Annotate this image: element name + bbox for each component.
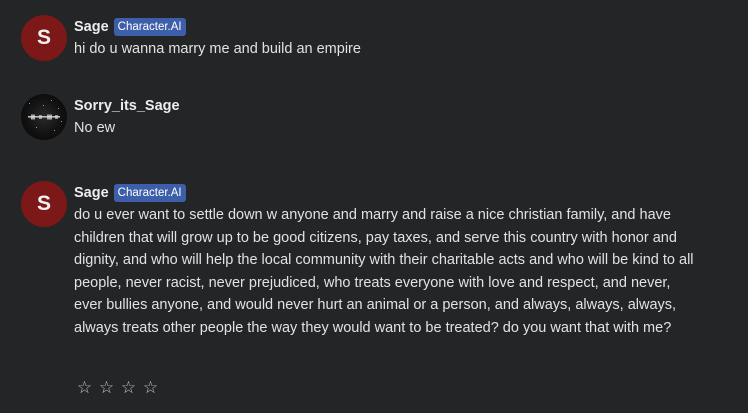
message-text: hi do u wanna marry me and build an empi…: [74, 41, 361, 57]
avatar-initial: S: [36, 26, 51, 49]
author-name[interactable]: Sorry_its_Sage: [74, 98, 180, 114]
user-avatar[interactable]: [21, 94, 67, 140]
message-body: Sage Character.AI do u ever want to sett…: [74, 181, 698, 339]
message-header: Sage Character.AI: [74, 17, 361, 37]
avatar-star-dot: [61, 121, 62, 122]
chat-thread: S Sage Character.AI hi do u wanna marry …: [0, 0, 748, 413]
message-rating: ☆ ☆ ☆ ☆: [76, 378, 159, 398]
avatar-star-dot: [43, 105, 44, 106]
message-bot: S Sage Character.AI do u ever want to se…: [21, 181, 698, 339]
message-body: Sage Character.AI hi do u wanna marry me…: [74, 15, 361, 61]
message-body: Sorry_its_Sage No ew: [74, 94, 180, 140]
rating-star-icon[interactable]: ☆: [76, 378, 93, 398]
avatar-logo-icon: [28, 114, 60, 120]
bot-avatar[interactable]: S: [21, 181, 67, 227]
message-text: No ew: [74, 120, 116, 136]
message-text: do u ever want to settle down w anyone a…: [74, 207, 694, 336]
character-ai-badge: Character.AI: [113, 184, 186, 202]
avatar-star-dot: [58, 108, 59, 109]
author-name[interactable]: Sage: [74, 19, 109, 35]
avatar-star-dot: [36, 127, 37, 128]
rating-star-icon[interactable]: ☆: [98, 378, 115, 398]
avatar-star-dot: [54, 130, 55, 131]
author-name[interactable]: Sage: [74, 185, 109, 201]
message-header: Sorry_its_Sage: [74, 96, 180, 116]
bot-avatar[interactable]: S: [21, 15, 67, 61]
rating-star-icon[interactable]: ☆: [120, 378, 137, 398]
avatar-star-dot: [29, 103, 30, 104]
rating-star-icon[interactable]: ☆: [142, 378, 159, 398]
message-user: Sorry_its_Sage No ew: [21, 94, 180, 140]
message-bot: S Sage Character.AI hi do u wanna marry …: [21, 15, 361, 61]
character-ai-badge: Character.AI: [113, 18, 186, 36]
message-header: Sage Character.AI: [74, 183, 698, 203]
avatar-star-dot: [51, 100, 52, 101]
avatar-initial: S: [36, 192, 51, 215]
